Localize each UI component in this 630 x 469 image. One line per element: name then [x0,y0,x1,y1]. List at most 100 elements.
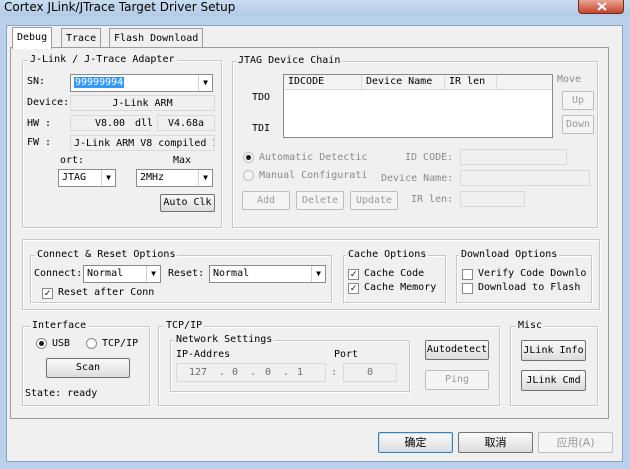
update-button[interactable]: Update [350,191,398,210]
tdi-label: TDI [252,123,271,134]
ip-octet-3: 0 [265,367,272,378]
id-code-label: ID CODE: [405,152,454,163]
tcpip-radio[interactable] [86,338,97,349]
automatic-detection-label: Automatic Detectic [259,152,367,163]
download-to-flash-label: Download to Flash [478,282,581,293]
connect-label: Connect: [34,268,83,279]
check-icon: ✓ [44,288,51,299]
download-legend: Download Options [459,249,560,261]
cache-code-label: Cache Code [364,268,425,279]
download-to-flash-checkbox[interactable] [462,283,473,294]
connect-select[interactable]: Normal ▼ [83,265,161,283]
ip-octet-2: 0 [232,367,239,378]
tab-debug[interactable]: Debug [12,27,53,49]
column-ir-len[interactable]: IR len [445,75,497,90]
port-select[interactable]: JTAG ▼ [58,169,116,187]
jtag-device-list[interactable]: IDCODE Device Name IR len [283,74,553,138]
cancel-button[interactable]: 取消 [458,432,533,453]
max-clock-value: 2MHz [140,172,165,183]
ip-address-label: IP-Addres [176,349,231,360]
close-icon [597,2,607,11]
port-number-label: Port [334,349,359,360]
jlink-info-button[interactable]: JLink Info [521,340,586,361]
cache-legend: Cache Options [346,249,429,261]
dll-value: V4.68a [157,115,215,131]
misc-group [510,326,598,406]
column-spacer [497,75,552,90]
jlink-cmd-button[interactable]: JLink Cmd [521,370,586,391]
chevron-down-icon: ▼ [146,266,160,282]
automatic-detection-radio[interactable] [243,152,254,163]
port-number-input[interactable]: 0 [343,363,397,382]
max-clock-label: Max [173,155,192,166]
cache-memory-label: Cache Memory [364,282,437,293]
auto-clk-button[interactable]: Auto Clk [160,194,215,212]
misc-legend: Misc [516,320,545,332]
dll-label: dll [135,118,154,129]
ip-octet-4: 1 [297,367,304,378]
network-settings-legend: Network Settings [174,334,275,346]
move-label: Move [557,74,582,85]
chevron-down-icon: ▼ [311,266,325,282]
fw-value: J-Link ARM V8 compiled I [70,135,215,151]
state-text: State: ready [25,388,98,399]
move-down-button[interactable]: Down [562,115,594,134]
delete-button[interactable]: Delete [296,191,344,210]
manual-configuration-label: Manual Configurati [259,170,367,181]
jtag-legend: JTAG Device Chain [236,55,343,67]
column-device-name[interactable]: Device Name [362,75,445,90]
fw-label: FW : [27,137,52,148]
hw-label: HW : [27,118,52,129]
chevron-down-icon: ▼ [101,170,115,186]
device-name-label: Device Name: [381,173,454,184]
connect-reset-legend: Connect & Reset Options [35,249,178,261]
ok-button[interactable]: 确定 [378,432,453,453]
manual-configuration-radio[interactable] [243,170,254,181]
ip-octet-1: 127 [189,367,208,378]
ip-dot: . [219,367,226,378]
sn-label: SN: [27,76,46,87]
sn-select[interactable]: 99999994 ▼ [70,74,213,92]
device-value: J-Link ARM [70,95,215,111]
check-icon: ✓ [350,283,357,294]
ip-address-input[interactable]: 127 . 0 . 0 . 1 [176,363,326,382]
ir-len-input[interactable] [460,191,525,207]
cache-memory-checkbox[interactable]: ✓ [348,283,359,294]
reset-after-connect-label: Reset after Conn [58,287,155,298]
reset-select[interactable]: Normal ▼ [209,265,326,283]
max-clock-select[interactable]: 2MHz ▼ [136,169,213,187]
tab-flash-download[interactable]: Flash Download [109,28,204,48]
ip-dot: . [250,367,257,378]
device-name-input[interactable] [460,170,590,186]
reset-label: Reset: [168,268,205,279]
adapter-legend: J-Link / J-Trace Adapter [28,54,177,66]
check-icon: ✓ [350,269,357,280]
move-up-button[interactable]: Up [562,91,594,110]
tcpip-legend: TCP/IP [164,320,205,332]
window-close-button[interactable] [578,0,624,14]
column-idcode[interactable]: IDCODE [284,75,362,90]
reset-after-connect-checkbox[interactable]: ✓ [42,288,53,299]
sn-value: 99999994 [74,77,125,88]
tcpip-label: TCP/IP [102,338,139,349]
cache-code-checkbox[interactable]: ✓ [348,269,359,280]
tdo-label: TDO [252,92,271,103]
ip-dot: . [283,367,290,378]
verify-code-download-checkbox[interactable] [462,269,473,280]
ping-button[interactable]: Ping [425,370,489,390]
usb-radio[interactable] [36,338,47,349]
scan-button[interactable]: Scan [46,358,130,378]
usb-label: USB [52,338,71,349]
interface-legend: Interface [30,320,89,332]
add-button[interactable]: Add [242,191,290,210]
autodetect-button[interactable]: Autodetect [425,340,489,360]
apply-button[interactable]: 应用(A) [538,432,613,453]
port-value: JTAG [62,172,87,183]
reset-value: Normal [213,268,250,279]
tab-trace[interactable]: Trace [61,28,102,48]
id-code-input[interactable] [460,149,567,165]
verify-code-download-label: Verify Code Downlo [478,268,587,279]
connect-value: Normal [87,268,124,279]
chevron-down-icon: ▼ [198,75,212,91]
ir-len-label: IR len: [411,194,454,205]
